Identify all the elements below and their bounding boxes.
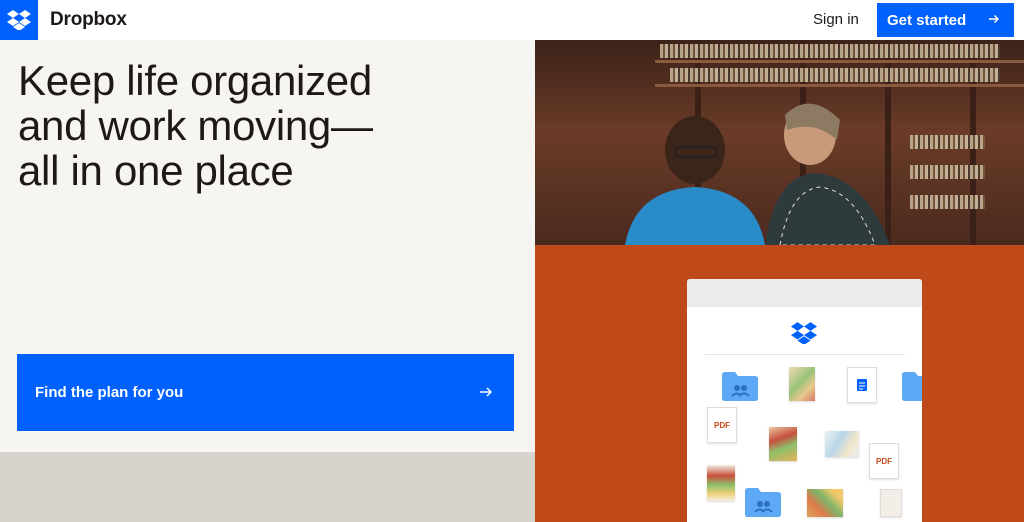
arrow-right-icon	[480, 387, 493, 397]
image-thumbnail-icon[interactable]	[707, 465, 735, 501]
pdf-label: PDF	[714, 420, 730, 430]
image-thumbnail-icon[interactable]	[789, 367, 815, 401]
get-started-label: Get started	[887, 11, 967, 29]
dropbox-logo-icon[interactable]	[0, 0, 38, 40]
pdf-file-icon[interactable]: PDF	[869, 443, 899, 479]
image-thumbnail-icon[interactable]	[807, 489, 843, 517]
folder-icon[interactable]	[722, 371, 758, 401]
image-thumbnail-icon[interactable]	[769, 427, 797, 461]
pdf-label: PDF	[876, 456, 892, 466]
folder-icon[interactable]	[745, 487, 781, 517]
card-divider	[705, 354, 905, 355]
find-plan-label: Find the plan for you	[35, 384, 184, 401]
bookshelf-row	[660, 44, 1000, 58]
get-started-button[interactable]: Get started	[877, 3, 1014, 37]
file-browser-card: PDF PDF	[687, 279, 922, 522]
folder-icon[interactable]	[902, 371, 922, 401]
hero-left-footer-band	[0, 452, 535, 522]
shelf-plank	[655, 60, 1024, 63]
people-illustration	[625, 103, 890, 245]
bookshelf-row	[670, 68, 1000, 82]
brand-name[interactable]: Dropbox	[50, 9, 127, 31]
find-plan-button[interactable]: Find the plan for you	[17, 354, 514, 431]
arrow-right-icon	[989, 14, 1000, 24]
sign-in-link[interactable]: Sign in	[813, 11, 859, 28]
hero-photo-library	[535, 40, 1024, 245]
headline-line-1: Keep life organized	[18, 57, 372, 104]
shelf-plank	[655, 84, 1024, 87]
card-toolbar	[687, 279, 922, 307]
dropbox-logo-icon	[791, 322, 817, 344]
document-icon[interactable]	[847, 367, 877, 403]
hero-headline: Keep life organized and work moving— all…	[18, 58, 518, 193]
headline-line-2: and work moving—	[18, 102, 373, 149]
hero-left-panel: Keep life organized and work moving— all…	[0, 40, 535, 452]
headline-line-3: all in one place	[18, 147, 294, 194]
pdf-file-icon[interactable]: PDF	[707, 407, 737, 443]
top-nav: Dropbox Sign in Get started	[0, 0, 1024, 40]
product-preview-panel: PDF PDF	[535, 245, 1024, 522]
image-thumbnail-icon[interactable]	[825, 431, 859, 457]
document-icon[interactable]	[880, 489, 902, 517]
